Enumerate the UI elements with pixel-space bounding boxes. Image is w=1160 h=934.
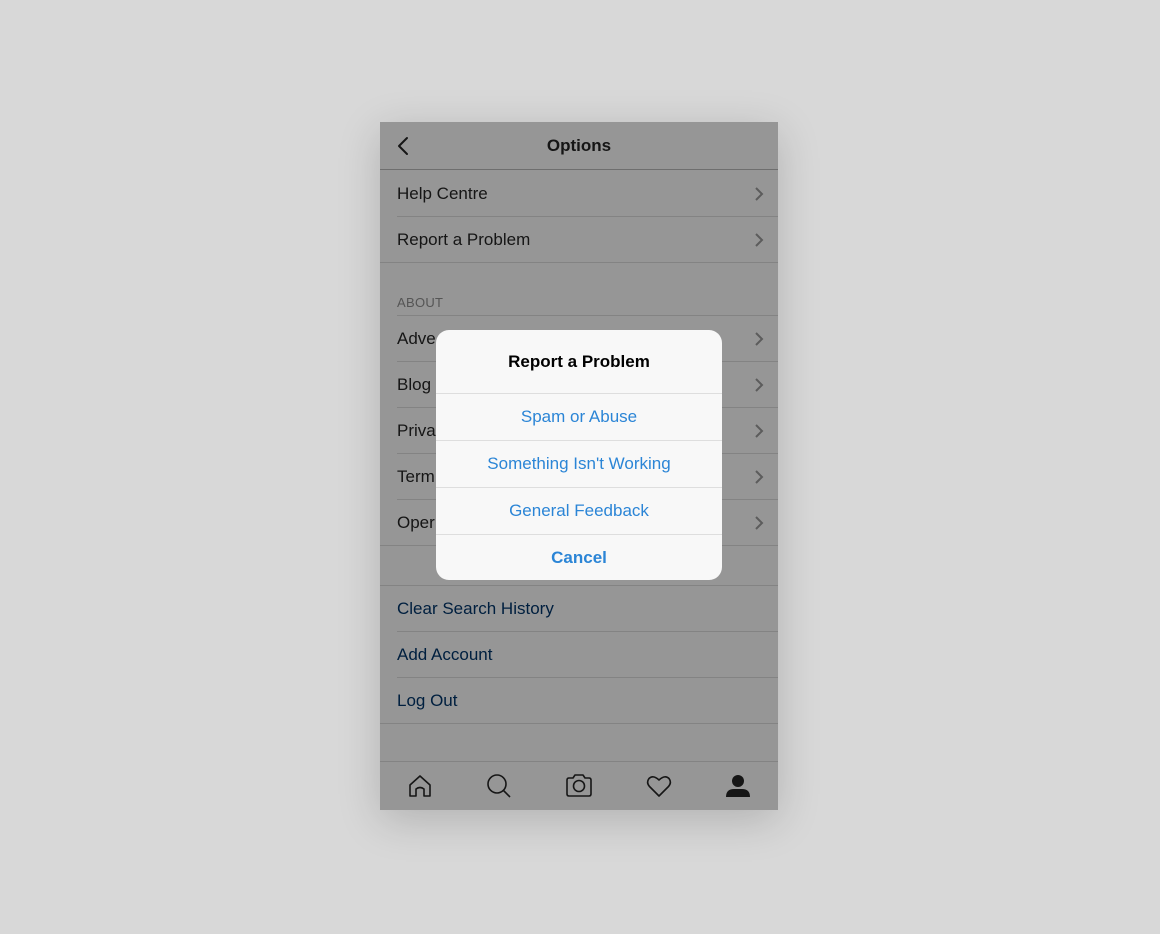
- report-problem-alert: Report a Problem Spam or Abuse Something…: [436, 330, 722, 580]
- general-feedback-button[interactable]: General Feedback: [436, 488, 722, 535]
- phone-screen: Options Help Centre Report a Problem ABO…: [380, 122, 778, 810]
- cancel-button[interactable]: Cancel: [436, 535, 722, 580]
- something-isnt-working-button[interactable]: Something Isn't Working: [436, 441, 722, 488]
- alert-title: Report a Problem: [436, 330, 722, 394]
- spam-or-abuse-button[interactable]: Spam or Abuse: [436, 394, 722, 441]
